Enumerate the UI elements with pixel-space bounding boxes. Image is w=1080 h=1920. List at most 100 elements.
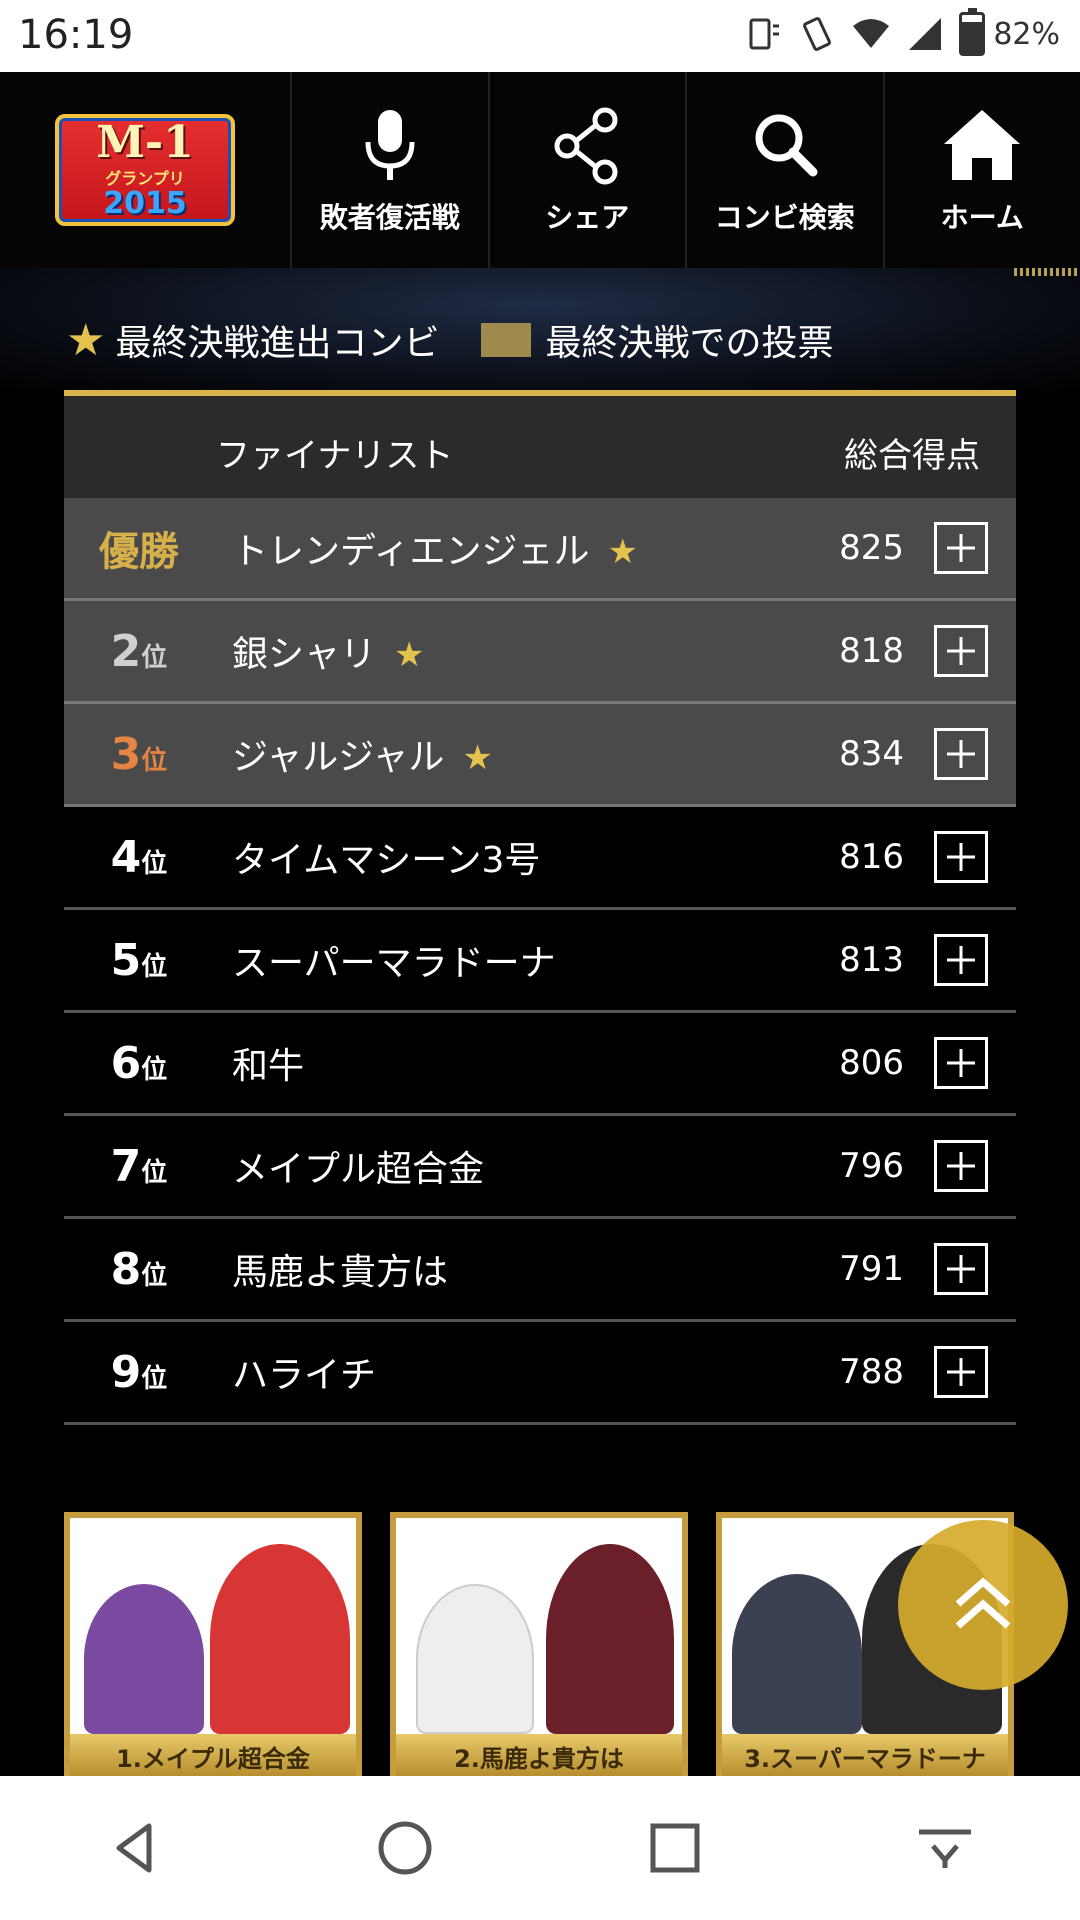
combi-name-text: 和牛: [232, 1046, 305, 1087]
combi-name[interactable]: メイプル超合金: [214, 1140, 794, 1192]
legend-vote-label: 最終決戦での投票: [545, 323, 834, 364]
rank-number: 3: [110, 728, 142, 780]
site-header: M-1 グランプリ 2015 敗者復活戦 シェア コンビ検索 ホーム: [0, 72, 1080, 268]
share-icon: [554, 107, 618, 185]
rank-number: 2: [110, 625, 142, 677]
card-caption: 3.スーパーマラドーナ: [722, 1734, 1008, 1778]
combi-name[interactable]: ジャルジャル ★: [214, 728, 794, 780]
combi-name[interactable]: 銀シャリ ★: [214, 625, 794, 677]
rank-number: 8: [110, 1243, 142, 1295]
combi-name[interactable]: トレンディエンジェル ★: [214, 522, 794, 574]
rank-suffix: 位: [141, 1054, 168, 1085]
rank-label: 優勝: [64, 519, 214, 577]
total-score: 816: [839, 837, 904, 877]
vote-swatch: [481, 323, 532, 357]
table-header: ファイナリスト 総合得点: [64, 390, 1016, 498]
screen-rotate-icon: [749, 18, 780, 50]
combi-name[interactable]: 和牛: [214, 1037, 794, 1089]
nav-search-label: コンビ検索: [714, 201, 855, 234]
logo-title: M-1: [96, 117, 194, 168]
table-row: 優勝 トレンディエンジェル ★ 825: [64, 498, 1016, 601]
column-finalist: ファイナリスト: [216, 436, 454, 476]
double-chevron-up-icon: [955, 1577, 1011, 1629]
rank-suffix: 位: [141, 951, 168, 982]
combi-name[interactable]: 馬鹿よ貴方は: [214, 1243, 794, 1295]
total-score: 818: [839, 631, 904, 671]
battery-percent: 82%: [993, 16, 1060, 52]
table-row: 8位 馬鹿よ貴方は 791: [64, 1219, 1016, 1322]
combi-name[interactable]: スーパーマラドーナ: [214, 934, 794, 986]
combi-photo: [732, 1574, 862, 1734]
rank-number: 5: [110, 934, 142, 986]
logo-year: 2015: [103, 186, 187, 221]
total-score: 825: [839, 528, 904, 568]
table-row: 7位 メイプル超合金 796: [64, 1116, 1016, 1219]
combi-name-text: トレンディエンジェル: [232, 531, 590, 572]
table-row: 9位 ハライチ 788: [64, 1322, 1016, 1425]
combi-name[interactable]: タイムマシーン3号: [214, 831, 794, 883]
combi-name-text: スーパーマラドーナ: [232, 943, 556, 984]
search-icon: [755, 114, 818, 177]
expand-button[interactable]: [934, 1243, 988, 1295]
nav-revival-button[interactable]: 敗者復活戦: [292, 72, 490, 268]
nav-home-label: ホーム: [940, 201, 1024, 234]
total-score: 813: [839, 940, 904, 980]
rank-suffix: 位: [141, 745, 168, 776]
combi-photo: [210, 1544, 350, 1734]
microphone-icon: [365, 110, 415, 180]
combi-card[interactable]: 1.メイプル超合金: [64, 1512, 362, 1778]
signal-icon: [909, 18, 942, 50]
recents-icon[interactable]: [643, 1816, 707, 1880]
back-icon[interactable]: [103, 1816, 167, 1880]
combi-photo: [84, 1584, 204, 1734]
expand-button[interactable]: [934, 934, 988, 986]
combi-name-text: タイムマシーン3号: [232, 840, 541, 881]
combi-card[interactable]: 2.馬鹿よ貴方は: [390, 1512, 688, 1778]
home-circle-icon[interactable]: [373, 1816, 437, 1880]
scroll-top-button[interactable]: [898, 1520, 1068, 1690]
logo-plate: M-1 グランプリ 2015: [55, 114, 235, 226]
expand-button[interactable]: [934, 1037, 988, 1089]
table-row: 5位 スーパーマラドーナ 813: [64, 910, 1016, 1013]
rank-label: 7位: [64, 1141, 214, 1192]
nav-home-button[interactable]: ホーム: [885, 72, 1080, 268]
status-bar: 16:19 82%: [0, 0, 1080, 72]
table-row: 3位 ジャルジャル ★ 834: [64, 704, 1016, 807]
expand-button[interactable]: [934, 625, 988, 677]
total-score: 788: [839, 1352, 904, 1392]
notification-pull-icon[interactable]: [913, 1816, 977, 1880]
rank-text: 優勝: [99, 529, 179, 575]
finalist-star-icon: ★: [394, 635, 425, 675]
table-row: 4位 タイムマシーン3号 816: [64, 807, 1016, 910]
combi-name[interactable]: ハライチ: [214, 1346, 794, 1398]
finalist-star-icon: ★: [607, 532, 638, 572]
system-navigation-bar: [0, 1776, 1080, 1920]
expand-button[interactable]: [934, 728, 988, 780]
nav-share-button[interactable]: シェア: [490, 72, 687, 268]
rank-number: 7: [110, 1140, 142, 1192]
clock: 16:19: [18, 12, 134, 58]
expand-button[interactable]: [934, 522, 988, 574]
total-score: 806: [839, 1043, 904, 1083]
rank-label: 3位: [64, 729, 214, 780]
rank-number: 4: [110, 831, 142, 883]
expand-button[interactable]: [934, 1140, 988, 1192]
total-score: 796: [839, 1146, 904, 1186]
total-score: 834: [839, 734, 904, 774]
combi-photo: [546, 1544, 674, 1734]
m1-logo[interactable]: M-1 グランプリ 2015: [0, 72, 292, 268]
rank-number: 9: [110, 1346, 142, 1398]
nav-search-button[interactable]: コンビ検索: [687, 72, 885, 268]
rank-label: 2位: [64, 626, 214, 677]
banner-decoration: [1014, 268, 1080, 276]
total-score: 791: [839, 1249, 904, 1289]
ranking-cards: 1.メイプル超合金 2.馬鹿よ貴方は 3.スーパーマラドーナ: [64, 1512, 1016, 1778]
expand-button[interactable]: [934, 831, 988, 883]
finalist-star-icon: ★: [462, 738, 493, 778]
expand-button[interactable]: [934, 1346, 988, 1398]
combi-name-text: 銀シャリ: [232, 634, 377, 675]
rank-suffix: 位: [141, 1260, 168, 1291]
battery-icon: [959, 8, 986, 56]
results-table: ファイナリスト 総合得点 優勝 トレンディエンジェル ★ 825 2位 銀シャリ ★…: [64, 390, 1016, 1425]
rank-label: 4位: [64, 832, 214, 883]
